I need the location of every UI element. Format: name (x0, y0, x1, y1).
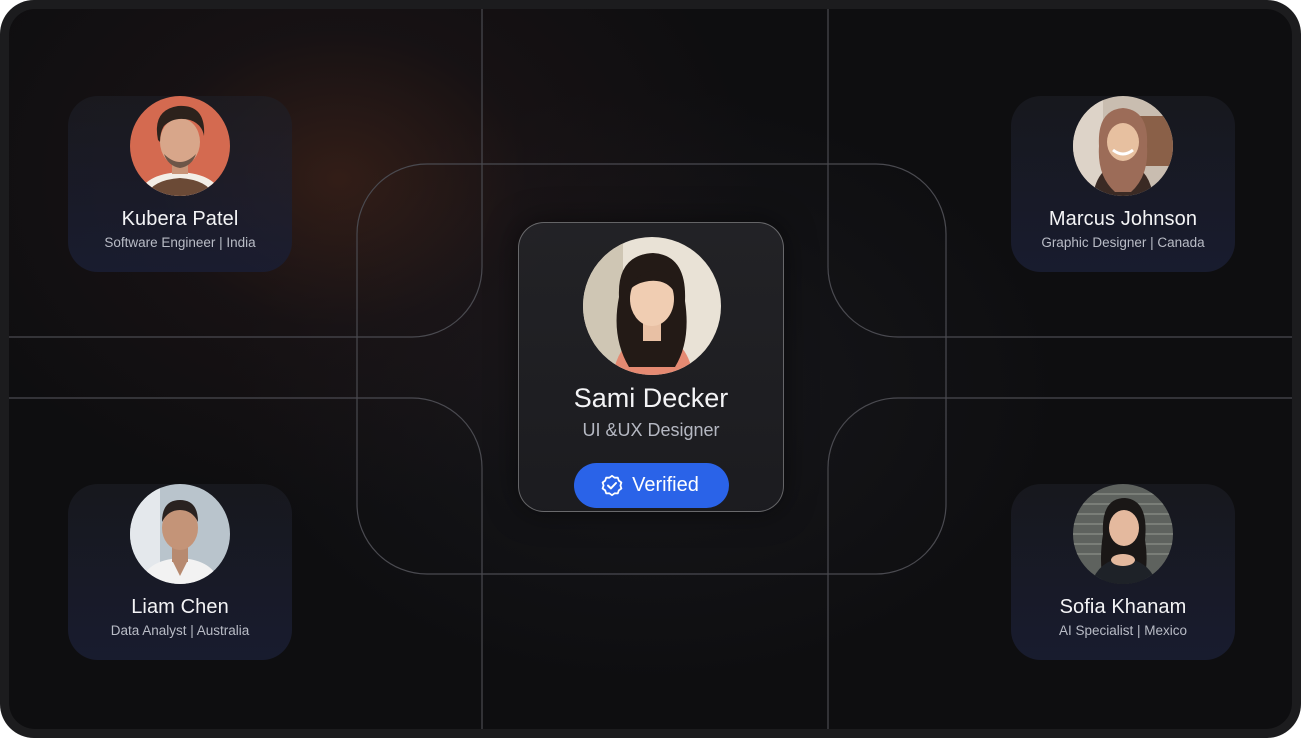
profile-card-kubera-patel[interactable]: Kubera Patel Software Engineer | India (68, 96, 292, 272)
verified-badge[interactable]: Verified (574, 463, 729, 508)
profile-name: Liam Chen (131, 596, 229, 618)
avatar (130, 96, 230, 196)
profile-role: Data Analyst | Australia (110, 623, 250, 638)
profile-role: AI Specialist | Mexico (1058, 623, 1188, 638)
verified-check-icon (601, 474, 623, 496)
featured-role: UI &UX Designer (582, 420, 720, 440)
avatar (1073, 484, 1173, 584)
featured-profile-card[interactable]: Sami Decker UI &UX Designer Verified (518, 222, 784, 512)
avatar (1073, 96, 1173, 196)
avatar (130, 484, 230, 584)
profile-card-liam-chen[interactable]: Liam Chen Data Analyst | Australia (68, 484, 292, 660)
profile-role: Graphic Designer | Canada (1041, 235, 1205, 250)
profile-card-marcus-johnson[interactable]: Marcus Johnson Graphic Designer | Canada (1011, 96, 1235, 272)
featured-avatar (583, 237, 721, 375)
featured-name: Sami Decker (573, 383, 729, 413)
profile-card-sofia-khanam[interactable]: Sofia Khanam AI Specialist | Mexico (1011, 484, 1235, 660)
network-canvas: Kubera Patel Software Engineer | India M… (9, 9, 1292, 729)
profile-name: Marcus Johnson (1048, 208, 1198, 230)
verified-label: Verified (632, 474, 699, 496)
device-frame: Kubera Patel Software Engineer | India M… (0, 0, 1301, 738)
profile-name: Kubera Patel (121, 208, 239, 230)
profile-role: Software Engineer | India (104, 235, 256, 250)
profile-name: Sofia Khanam (1059, 596, 1187, 618)
